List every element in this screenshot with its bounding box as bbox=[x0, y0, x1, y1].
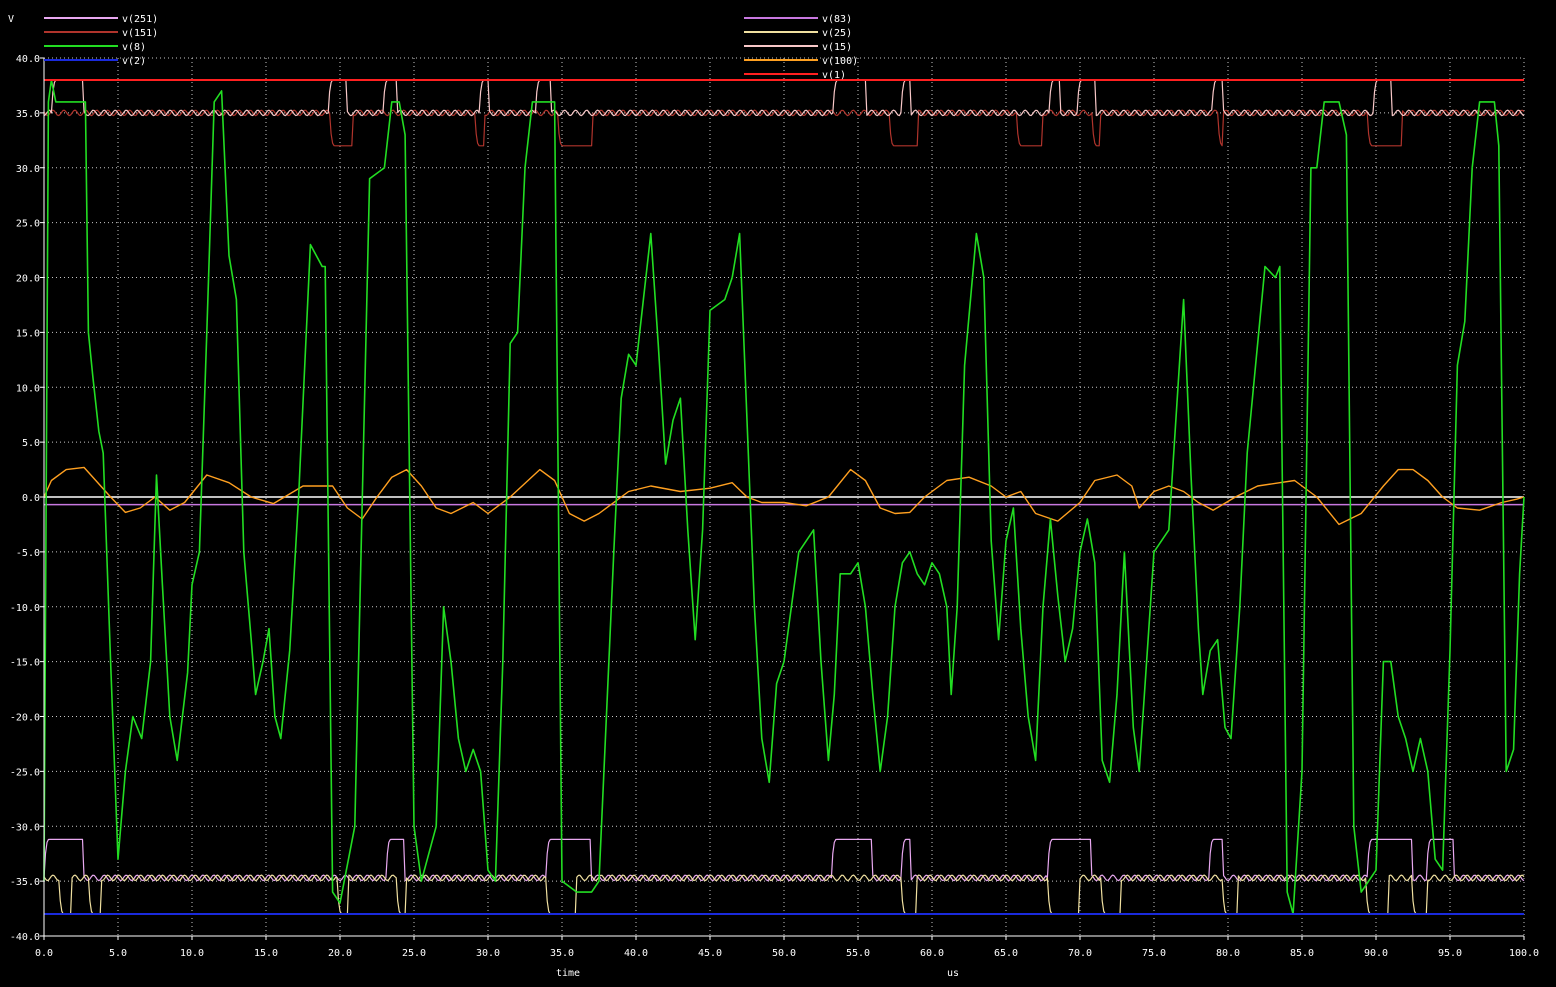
x-tick-label: 90.0 bbox=[1364, 948, 1388, 959]
legend-label: v(2) bbox=[122, 56, 146, 67]
x-tick-label: 5.0 bbox=[109, 948, 127, 959]
y-tick-label: -40.0 bbox=[10, 932, 40, 943]
x-tick-label: 25.0 bbox=[402, 948, 426, 959]
legend-label: v(15) bbox=[822, 42, 852, 53]
x-axis-label: time bbox=[556, 968, 580, 979]
y-axis-label: V bbox=[8, 14, 14, 25]
x-tick-label: 75.0 bbox=[1142, 948, 1166, 959]
plot-series bbox=[43, 78, 1525, 916]
plot-axes: 0.0 5.0 10.0 15.0 20.0 25.0 30.0 35.0 40.0 45.0 50… bbox=[10, 54, 1539, 959]
x-tick-label: 80.0 bbox=[1216, 948, 1240, 959]
y-tick-label: -30.0 bbox=[10, 822, 40, 833]
x-axis-unit: us bbox=[947, 968, 959, 979]
y-tick-label: 0.0 bbox=[22, 493, 40, 504]
y-tick-label: 25.0 bbox=[16, 219, 40, 230]
x-tick-label: 70.0 bbox=[1068, 948, 1092, 959]
legend-label: v(83) bbox=[822, 14, 852, 25]
transient-plot: 0.0 5.0 10.0 15.0 20.0 25.0 30.0 35.0 40.0 45.0 50… bbox=[8, 14, 1539, 979]
x-tick-label: 10.0 bbox=[180, 948, 204, 959]
series-line-v100 bbox=[43, 466, 1525, 526]
x-tick-label: 50.0 bbox=[772, 948, 796, 959]
x-tick-label: 40.0 bbox=[624, 948, 648, 959]
y-tick-label: -25.0 bbox=[10, 767, 40, 778]
y-tick-label: 10.0 bbox=[16, 383, 40, 394]
x-tick-label: 55.0 bbox=[846, 948, 870, 959]
y-tick-label: 20.0 bbox=[16, 274, 40, 285]
legend-label: v(251) bbox=[122, 14, 158, 25]
x-tick-label: 0.0 bbox=[35, 948, 53, 959]
y-tick-label: -10.0 bbox=[10, 603, 40, 614]
y-tick-label: 30.0 bbox=[16, 164, 40, 175]
y-tick-label: -5.0 bbox=[16, 548, 40, 559]
x-tick-label: 100.0 bbox=[1509, 948, 1539, 959]
legend-label: v(8) bbox=[122, 42, 146, 53]
x-tick-label: 45.0 bbox=[698, 948, 722, 959]
legend-label: v(25) bbox=[822, 28, 852, 39]
y-tick-label: -15.0 bbox=[10, 658, 40, 669]
x-tick-label: 65.0 bbox=[994, 948, 1018, 959]
y-tick-label: -20.0 bbox=[10, 713, 40, 724]
x-tick-label: 15.0 bbox=[254, 948, 278, 959]
y-tick-label: 5.0 bbox=[22, 438, 40, 449]
legend-label: v(1) bbox=[822, 70, 846, 81]
y-tick-label: 15.0 bbox=[16, 328, 40, 339]
x-tick-label: 30.0 bbox=[476, 948, 500, 959]
legend-label: v(151) bbox=[122, 28, 158, 39]
x-tick-label: 95.0 bbox=[1438, 948, 1462, 959]
x-tick-label: 85.0 bbox=[1290, 948, 1314, 959]
y-tick-label: 35.0 bbox=[16, 109, 40, 120]
y-tick-label: 40.0 bbox=[16, 54, 40, 65]
x-tick-label: 35.0 bbox=[550, 948, 574, 959]
legend-label: v(100) bbox=[822, 56, 858, 67]
series-line-v151 bbox=[43, 109, 1525, 147]
plot-legend: v(251) v(151) v(8) v(2) v(83) v(25) v(15) v(100… bbox=[44, 14, 858, 81]
y-tick-label: -35.0 bbox=[10, 877, 40, 888]
x-tick-label: 60.0 bbox=[920, 948, 944, 959]
x-tick-label: 20.0 bbox=[328, 948, 352, 959]
